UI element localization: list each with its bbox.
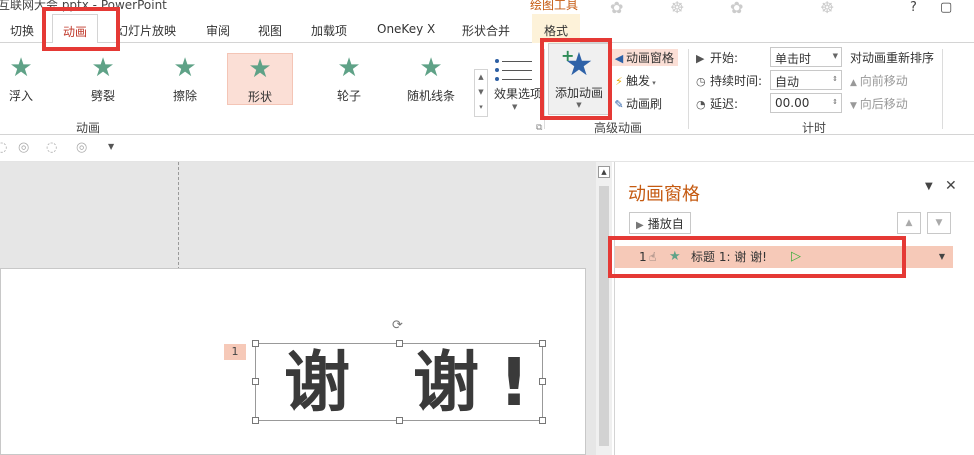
effect-split[interactable]: ★ 劈裂 (70, 53, 136, 105)
divider (688, 49, 689, 129)
duration-label: ◷ 持续时间: (696, 74, 763, 88)
effect-shape[interactable]: ★ 形状 (227, 53, 293, 105)
delay-icon: ◔ (696, 98, 706, 111)
animation-pane: 动画窗格 ▼ ✕ ▶ 播放自 ▲ ▼ 1 ☝ ★ 标题 1: 谢 谢! ▷ ▼ (614, 162, 974, 455)
tab-review[interactable]: 审阅 (206, 22, 230, 39)
star-icon: ★ (9, 53, 33, 83)
effect-options-button[interactable]: 效果选项 ▼ (490, 49, 542, 117)
effect-options-icon (495, 53, 532, 81)
duration-field[interactable]: 自动 ⇕ (770, 70, 842, 90)
dialog-launcher-icon[interactable]: ⧉ (536, 123, 542, 133)
tab-addins[interactable]: 加载项 (311, 22, 347, 39)
resize-handle[interactable] (252, 340, 259, 347)
stepper-icon: ⇕ (832, 75, 838, 83)
ribbon-tabs: 切换 动画 幻灯片放映 审阅 视图 加载项 OneKey X 形状合并 格式 (0, 14, 974, 44)
tab-view[interactable]: 视图 (258, 22, 282, 39)
drawing-tools-label: 绘图工具 (530, 0, 579, 12)
play-icon: ▶ (636, 220, 644, 231)
circle-icon[interactable]: ◌ (0, 140, 7, 155)
move-up-button[interactable]: ▲ (897, 212, 921, 234)
star-icon: ★ (173, 53, 197, 83)
rotate-handle-icon[interactable]: ⟳ (392, 318, 403, 333)
delay-label: ◔ 延迟: (696, 97, 739, 111)
effect-wipe[interactable]: ★ 擦除 (152, 53, 218, 105)
tab-onekey[interactable]: OneKey X (377, 22, 435, 36)
star-icon: ★ (248, 54, 272, 84)
help-button[interactable]: ? (910, 0, 917, 15)
chevron-down-icon: ▼ (832, 52, 838, 60)
annotation-box-tab (42, 7, 120, 51)
tab-slideshow[interactable]: 幻灯片放映 (116, 22, 176, 39)
arrow-up-icon: ▲ (850, 78, 860, 88)
start-label: ▶ 开始: (696, 51, 739, 65)
pane-icon: ◀ (614, 52, 624, 65)
ribbon: ★ 浮入 ★ 劈裂 ★ 擦除 ★ 形状 ★ 轮子 ★ 随机线条 ▲ ▼ ▾ 动画 效… (0, 43, 974, 135)
annotation-box-item (608, 236, 906, 278)
circle-icon[interactable]: ◎ (76, 140, 87, 155)
circle-icon[interactable]: ◎ (18, 140, 29, 155)
move-earlier-button[interactable]: ▲ 向前移动 (850, 72, 908, 89)
scroll-thumb[interactable] (599, 186, 609, 446)
animation-number-tag[interactable]: 1 (224, 344, 246, 360)
divider (942, 49, 943, 129)
pane-title: 动画窗格 (628, 184, 700, 205)
resize-handle[interactable] (252, 417, 259, 424)
effect-wheel[interactable]: ★ 轮子 (316, 53, 382, 105)
play-from-button[interactable]: ▶ 播放自 (629, 212, 691, 234)
gallery-scroll[interactable]: ▲ ▼ ▾ (474, 69, 488, 117)
powerpoint-window: 互联网大会.pptx - PowerPoint 绘图工具 ✿ ☸ ✿ ☸ ? ▢… (0, 0, 974, 455)
arrow-down-icon: ▼ (850, 101, 860, 111)
item-dropdown-button[interactable]: ▼ (931, 246, 953, 268)
delay-field[interactable]: 00.00 ⇕ (770, 93, 842, 113)
annotation-box-add (540, 38, 612, 120)
effect-float-in[interactable]: ★ 浮入 (0, 53, 54, 105)
animation-pane-button[interactable]: ◀ 动画窗格 (612, 49, 679, 66)
resize-handle[interactable] (252, 378, 259, 385)
tab-shape-merge[interactable]: 形状合并 (462, 22, 510, 39)
move-down-button[interactable]: ▼ (927, 212, 951, 234)
circle-icon[interactable]: ◌ (46, 140, 57, 155)
star-icon: ★ (91, 53, 115, 83)
slide-title-text: 谢 谢! (284, 344, 550, 421)
stepper-icon: ⇕ (832, 98, 838, 106)
scroll-up-icon[interactable]: ▲ (598, 166, 610, 178)
group-animation-label: 动画 (76, 121, 101, 135)
close-icon[interactable]: ✕ (945, 178, 957, 194)
move-later-button[interactable]: ▼ 向后移动 (850, 95, 908, 112)
trigger-button[interactable]: ⚡ 触发 ▾ (612, 72, 656, 89)
star-icon: ★ (337, 53, 361, 83)
effect-random-bars[interactable]: ★ 随机线条 (398, 53, 464, 105)
play-icon: ▶ (696, 52, 705, 65)
restore-button[interactable]: ▢ (940, 0, 952, 15)
clock-icon: ◷ (696, 75, 706, 88)
lightning-icon: ⚡ (615, 75, 623, 88)
tab-transitions[interactable]: 切换 (10, 22, 34, 39)
quick-toolbar: ◌ ◎ ◌ ◎ ▼ (0, 136, 974, 162)
reorder-title: 对动画重新排序 (850, 51, 935, 65)
title-bar: 互联网大会.pptx - PowerPoint 绘图工具 ✿ ☸ ✿ ☸ ? ▢ (0, 0, 974, 17)
star-icon: ★ (419, 53, 443, 83)
vertical-scrollbar[interactable]: ▲ (596, 162, 612, 455)
group-advanced-label: 高级动画 (594, 121, 643, 135)
animation-painter-button[interactable]: ✎ 动画刷 (612, 95, 662, 112)
start-select[interactable]: 单击时 ▼ (770, 47, 842, 67)
chevron-down-icon: ▼ (512, 103, 518, 111)
pane-options-icon[interactable]: ▼ (925, 181, 933, 192)
brush-icon: ✎ (614, 98, 624, 111)
customize-icon[interactable]: ▼ (108, 142, 114, 151)
group-timing-label: 计时 (802, 121, 827, 135)
